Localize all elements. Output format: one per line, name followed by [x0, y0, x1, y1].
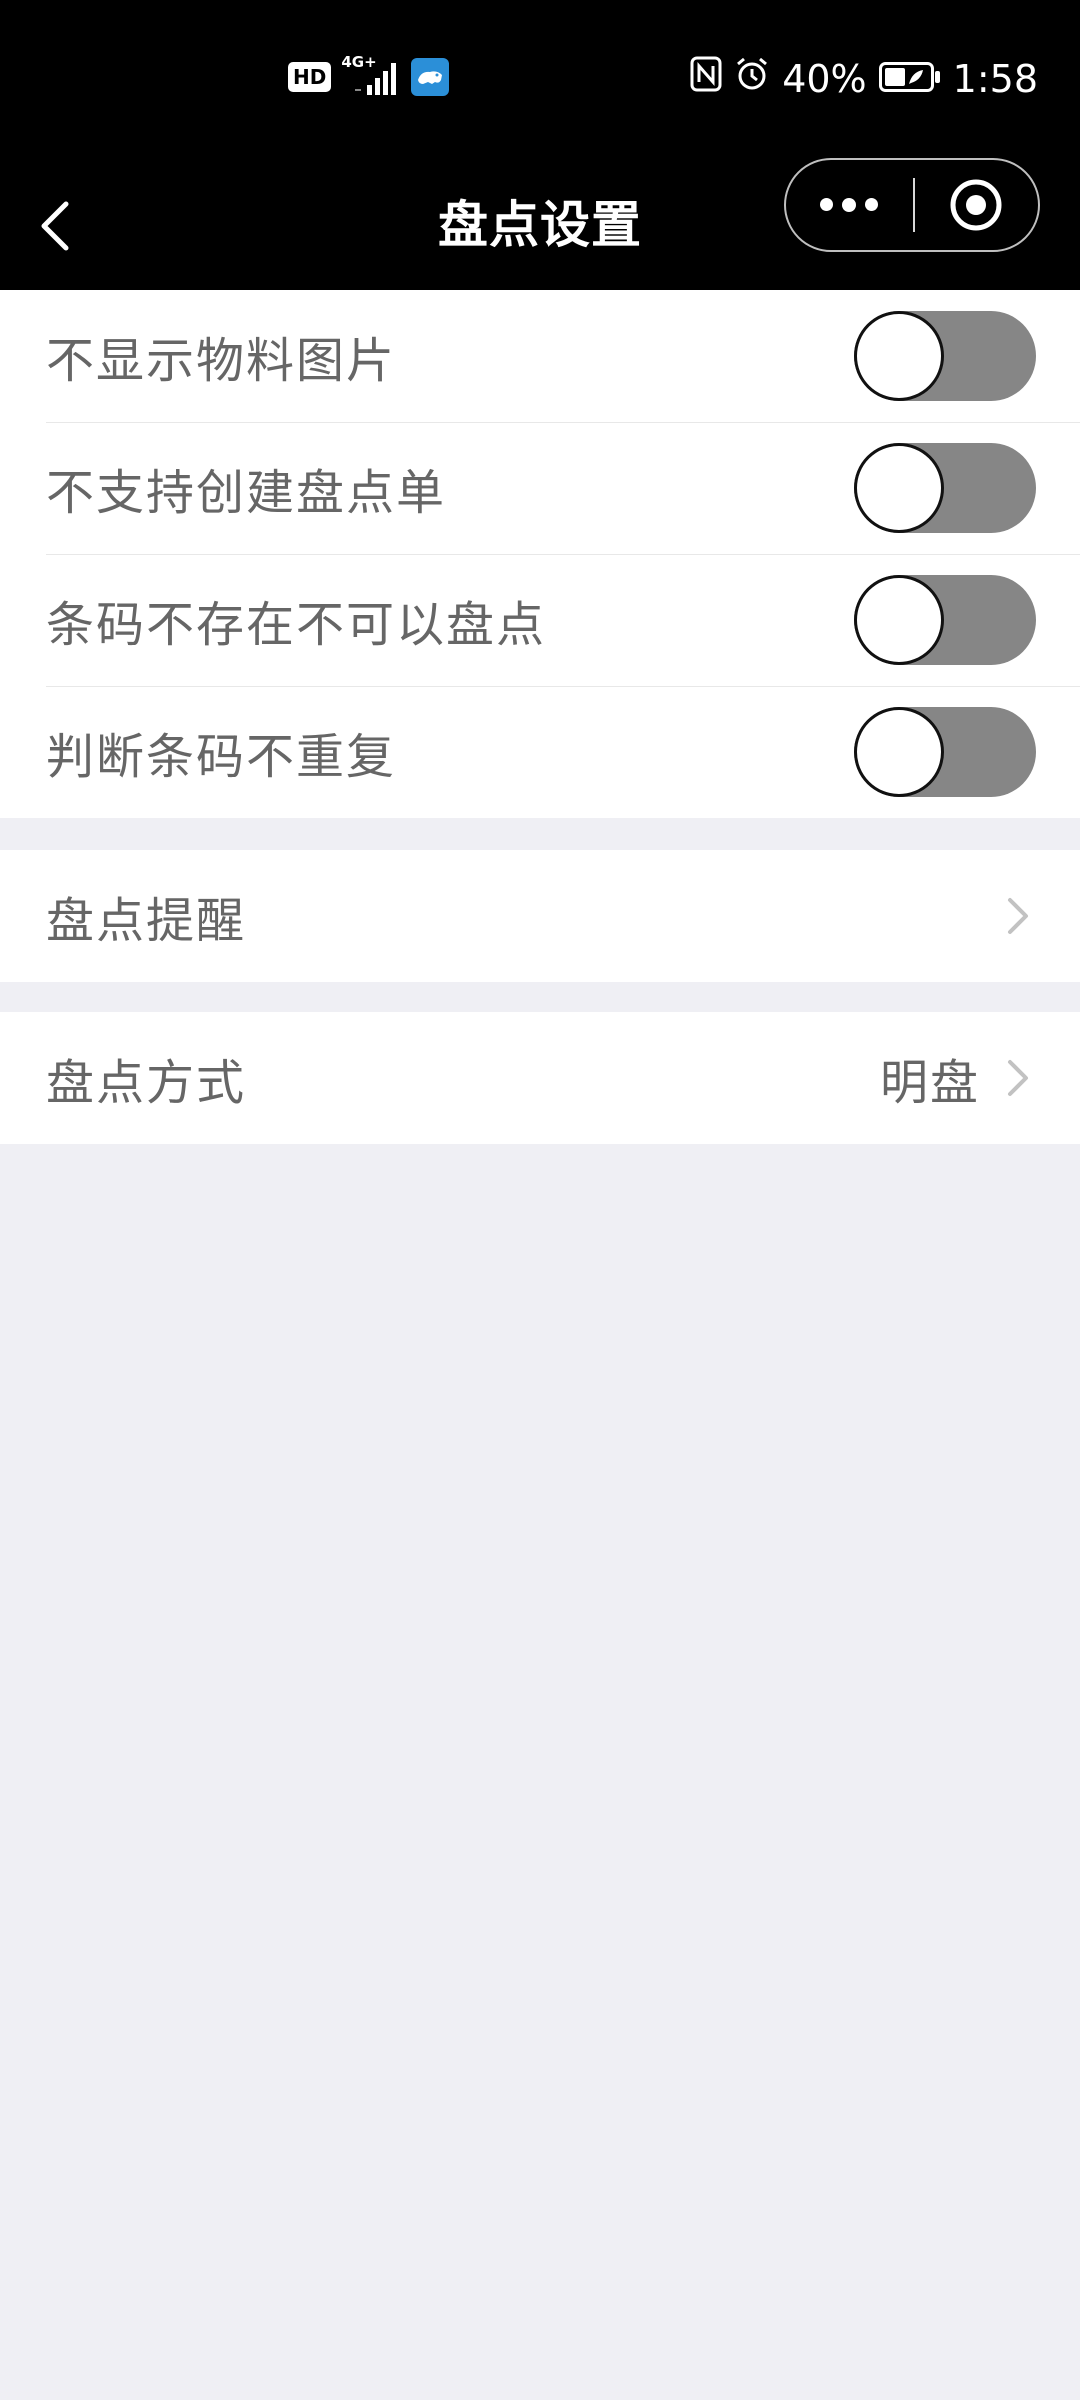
- setting-label: 条码不存在不可以盘点: [46, 597, 547, 653]
- clock-time: 1:58: [952, 56, 1038, 101]
- setting-label: 不显示物料图片: [46, 333, 397, 389]
- alarm-icon: [734, 56, 770, 101]
- status-left-icons: HD 4G+: [288, 53, 450, 96]
- target-close-icon: [950, 179, 1002, 231]
- setting-label: 盘点提醒: [46, 893, 247, 949]
- navigation-bar: 盘点设置: [0, 158, 1080, 290]
- toggle-knob: [854, 311, 944, 401]
- setting-value: 明盘: [879, 1055, 980, 1111]
- status-right-icons: 40% 1:58: [690, 56, 1038, 101]
- setting-row-reminder[interactable]: 盘点提醒: [0, 850, 1080, 982]
- toggle-switch[interactable]: [854, 707, 1036, 797]
- toggle-knob: [854, 443, 944, 533]
- chevron-right-icon: [998, 896, 1038, 936]
- mini-program-capsule: [784, 158, 1040, 252]
- setting-label: 盘点方式: [46, 1055, 247, 1111]
- setting-label: 判断条码不重复: [46, 729, 397, 785]
- setting-row-disable-create-sheet: 不支持创建盘点单: [0, 422, 1080, 554]
- setting-row-method[interactable]: 盘点方式 明盘: [0, 1012, 1080, 1144]
- toggle-settings-group: 不显示物料图片 不支持创建盘点单 条码不存在不可以盘点 判断条码不重复: [0, 290, 1080, 818]
- battery-icon: [878, 57, 941, 101]
- method-group: 盘点方式 明盘: [0, 1012, 1080, 1144]
- more-dots-icon: [820, 198, 879, 212]
- toggle-switch[interactable]: [854, 575, 1036, 665]
- more-button[interactable]: [786, 160, 913, 250]
- signal-icon: 4G+: [341, 53, 401, 95]
- setting-row-barcode-required: 条码不存在不可以盘点: [0, 554, 1080, 686]
- setting-row-hide-material-image: 不显示物料图片: [0, 290, 1080, 422]
- close-button[interactable]: [915, 160, 1038, 250]
- toggle-knob: [854, 707, 944, 797]
- network-type-label: 4G+: [341, 53, 377, 71]
- toggle-switch[interactable]: [854, 443, 1036, 533]
- setting-label: 不支持创建盘点单: [46, 465, 447, 521]
- setting-row-barcode-unique: 判断条码不重复: [0, 686, 1080, 818]
- chevron-right-icon: [998, 1058, 1038, 1098]
- app-notification-icon: [411, 58, 450, 96]
- nfc-icon: [690, 56, 722, 101]
- status-bar: HD 4G+ 40% 1:58: [0, 0, 1080, 160]
- toggle-knob: [854, 575, 944, 665]
- battery-percent: 40%: [782, 56, 867, 101]
- hd-icon: HD: [288, 62, 332, 92]
- reminder-group: 盘点提醒: [0, 850, 1080, 982]
- toggle-switch[interactable]: [854, 311, 1036, 401]
